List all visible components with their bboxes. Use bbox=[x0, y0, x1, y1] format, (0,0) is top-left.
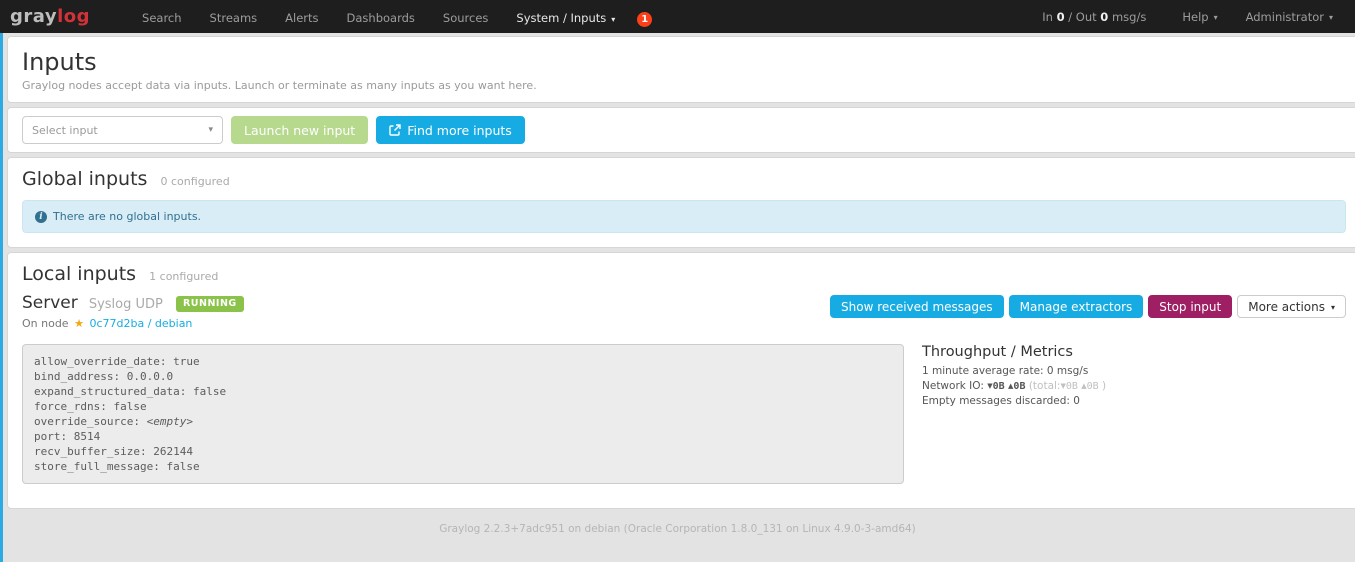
node-prefix: On node bbox=[22, 317, 69, 330]
global-throughput-indicator: In 0 / Out 0 msg/s bbox=[1042, 10, 1146, 24]
avg-rate-line: 1 minute average rate: 0 msg/s bbox=[922, 364, 1106, 379]
brand-text-gray: gray bbox=[10, 6, 57, 27]
caret-down-icon: ▾ bbox=[1331, 303, 1335, 312]
no-global-inputs-alert: i There are no global inputs. bbox=[22, 200, 1346, 233]
nav-item-label: Help bbox=[1182, 10, 1208, 24]
input-entry-header: Server Syslog UDP RUNNING On node ★ 0c77… bbox=[22, 293, 1346, 330]
local-inputs-panel: Local inputs 1 configured Server Syslog … bbox=[7, 252, 1355, 509]
config-line: override_source: <empty> bbox=[34, 414, 892, 429]
notification-badge[interactable]: 1 bbox=[637, 12, 652, 27]
input-name: Server bbox=[22, 293, 78, 313]
network-io-total: (total:▼0B ▲0B ) bbox=[1029, 380, 1106, 392]
nav-item-sources[interactable]: Sources bbox=[429, 11, 503, 25]
config-line: expand_structured_data: false bbox=[34, 384, 892, 399]
button-label: More actions bbox=[1248, 300, 1325, 314]
star-icon: ★ bbox=[74, 317, 84, 330]
config-line: bind_address: 0.0.0.0 bbox=[34, 369, 892, 384]
input-actions: Show received messages Manage extractors… bbox=[830, 295, 1346, 318]
config-line: force_rdns: false bbox=[34, 399, 892, 414]
input-configuration: allow_override_date: true bind_address: … bbox=[22, 344, 904, 484]
button-label: Find more inputs bbox=[407, 123, 512, 138]
config-line: port: 8514 bbox=[34, 429, 892, 444]
manage-extractors-button[interactable]: Manage extractors bbox=[1009, 295, 1144, 318]
config-line: store_full_message: false bbox=[34, 459, 892, 474]
page-title: Inputs bbox=[22, 47, 1346, 77]
main-nav: Search Streams Alerts Dashboards Sources… bbox=[128, 7, 652, 27]
caret-down-icon: ▾ bbox=[208, 125, 213, 135]
input-entry-body: allow_override_date: true bind_address: … bbox=[22, 344, 1346, 484]
input-type: Syslog UDP bbox=[89, 297, 163, 312]
page-description: Graylog nodes accept data via inputs. La… bbox=[22, 79, 1346, 92]
select-input-placeholder: Select input bbox=[32, 124, 98, 137]
nav-item-label: System / Inputs bbox=[516, 11, 606, 25]
brand-text-log: log bbox=[57, 6, 90, 27]
nav-item-dashboards[interactable]: Dashboards bbox=[333, 11, 429, 25]
page-header-panel: Inputs Graylog nodes accept data via inp… bbox=[7, 36, 1355, 103]
node-link[interactable]: 0c77d2ba / debian bbox=[89, 317, 192, 330]
status-badge: RUNNING bbox=[176, 296, 244, 312]
network-io-line: Network IO: ▼0B ▲0B (total:▼0B ▲0B ) bbox=[922, 379, 1106, 394]
footer-version-info: Graylog 2.2.3+7adc951 on debian (Oracle … bbox=[0, 523, 1355, 535]
nav-item-search[interactable]: Search bbox=[128, 11, 196, 25]
nav-item-alerts[interactable]: Alerts bbox=[271, 11, 332, 25]
local-inputs-title: Local inputs bbox=[22, 263, 136, 285]
nav-item-streams[interactable]: Streams bbox=[196, 11, 272, 25]
caret-down-icon: ▾ bbox=[1329, 13, 1333, 22]
caret-down-icon: ▾ bbox=[1214, 13, 1218, 22]
node-line: On node ★ 0c77d2ba / debian bbox=[22, 317, 244, 330]
graylog-logo[interactable]: graylog bbox=[10, 6, 90, 27]
top-navbar: graylog Search Streams Alerts Dashboards… bbox=[0, 0, 1355, 33]
caret-down-icon: ▾ bbox=[611, 15, 615, 24]
nav-item-label: Administrator bbox=[1246, 10, 1324, 24]
nav-right: In 0 / Out 0 msg/s Help ▾ Administrator ▾ bbox=[1042, 10, 1347, 24]
empty-discarded-line: Empty messages discarded: 0 bbox=[922, 394, 1106, 409]
global-inputs-count: 0 configured bbox=[161, 175, 230, 188]
alert-text: There are no global inputs. bbox=[53, 210, 201, 223]
config-line: recv_buffer_size: 262144 bbox=[34, 444, 892, 459]
show-received-messages-button[interactable]: Show received messages bbox=[830, 295, 1004, 318]
select-input-dropdown[interactable]: Select input ▾ bbox=[22, 116, 223, 144]
nav-item-user-menu[interactable]: Administrator ▾ bbox=[1232, 10, 1347, 24]
stop-input-button[interactable]: Stop input bbox=[1148, 295, 1232, 318]
window-edge-highlight bbox=[0, 31, 3, 562]
input-identity: Server Syslog UDP RUNNING On node ★ 0c77… bbox=[22, 293, 244, 330]
throughput-metrics: Throughput / Metrics 1 minute average ra… bbox=[922, 344, 1106, 484]
local-inputs-count: 1 configured bbox=[149, 270, 218, 283]
launch-new-input-button[interactable]: Launch new input bbox=[231, 116, 368, 144]
config-line: allow_override_date: true bbox=[34, 354, 892, 369]
nav-item-system-inputs[interactable]: System / Inputs ▾ bbox=[502, 11, 629, 25]
more-actions-button[interactable]: More actions ▾ bbox=[1237, 295, 1346, 318]
external-link-icon bbox=[389, 124, 401, 136]
global-inputs-panel: Global inputs 0 configured i There are n… bbox=[7, 157, 1355, 248]
nav-item-help[interactable]: Help ▾ bbox=[1168, 10, 1231, 24]
metrics-title: Throughput / Metrics bbox=[922, 344, 1106, 360]
find-more-inputs-button[interactable]: Find more inputs bbox=[376, 116, 525, 144]
global-inputs-title: Global inputs bbox=[22, 168, 147, 190]
input-launcher-panel: Select input ▾ Launch new input Find mor… bbox=[7, 107, 1355, 153]
info-icon: i bbox=[35, 211, 47, 223]
